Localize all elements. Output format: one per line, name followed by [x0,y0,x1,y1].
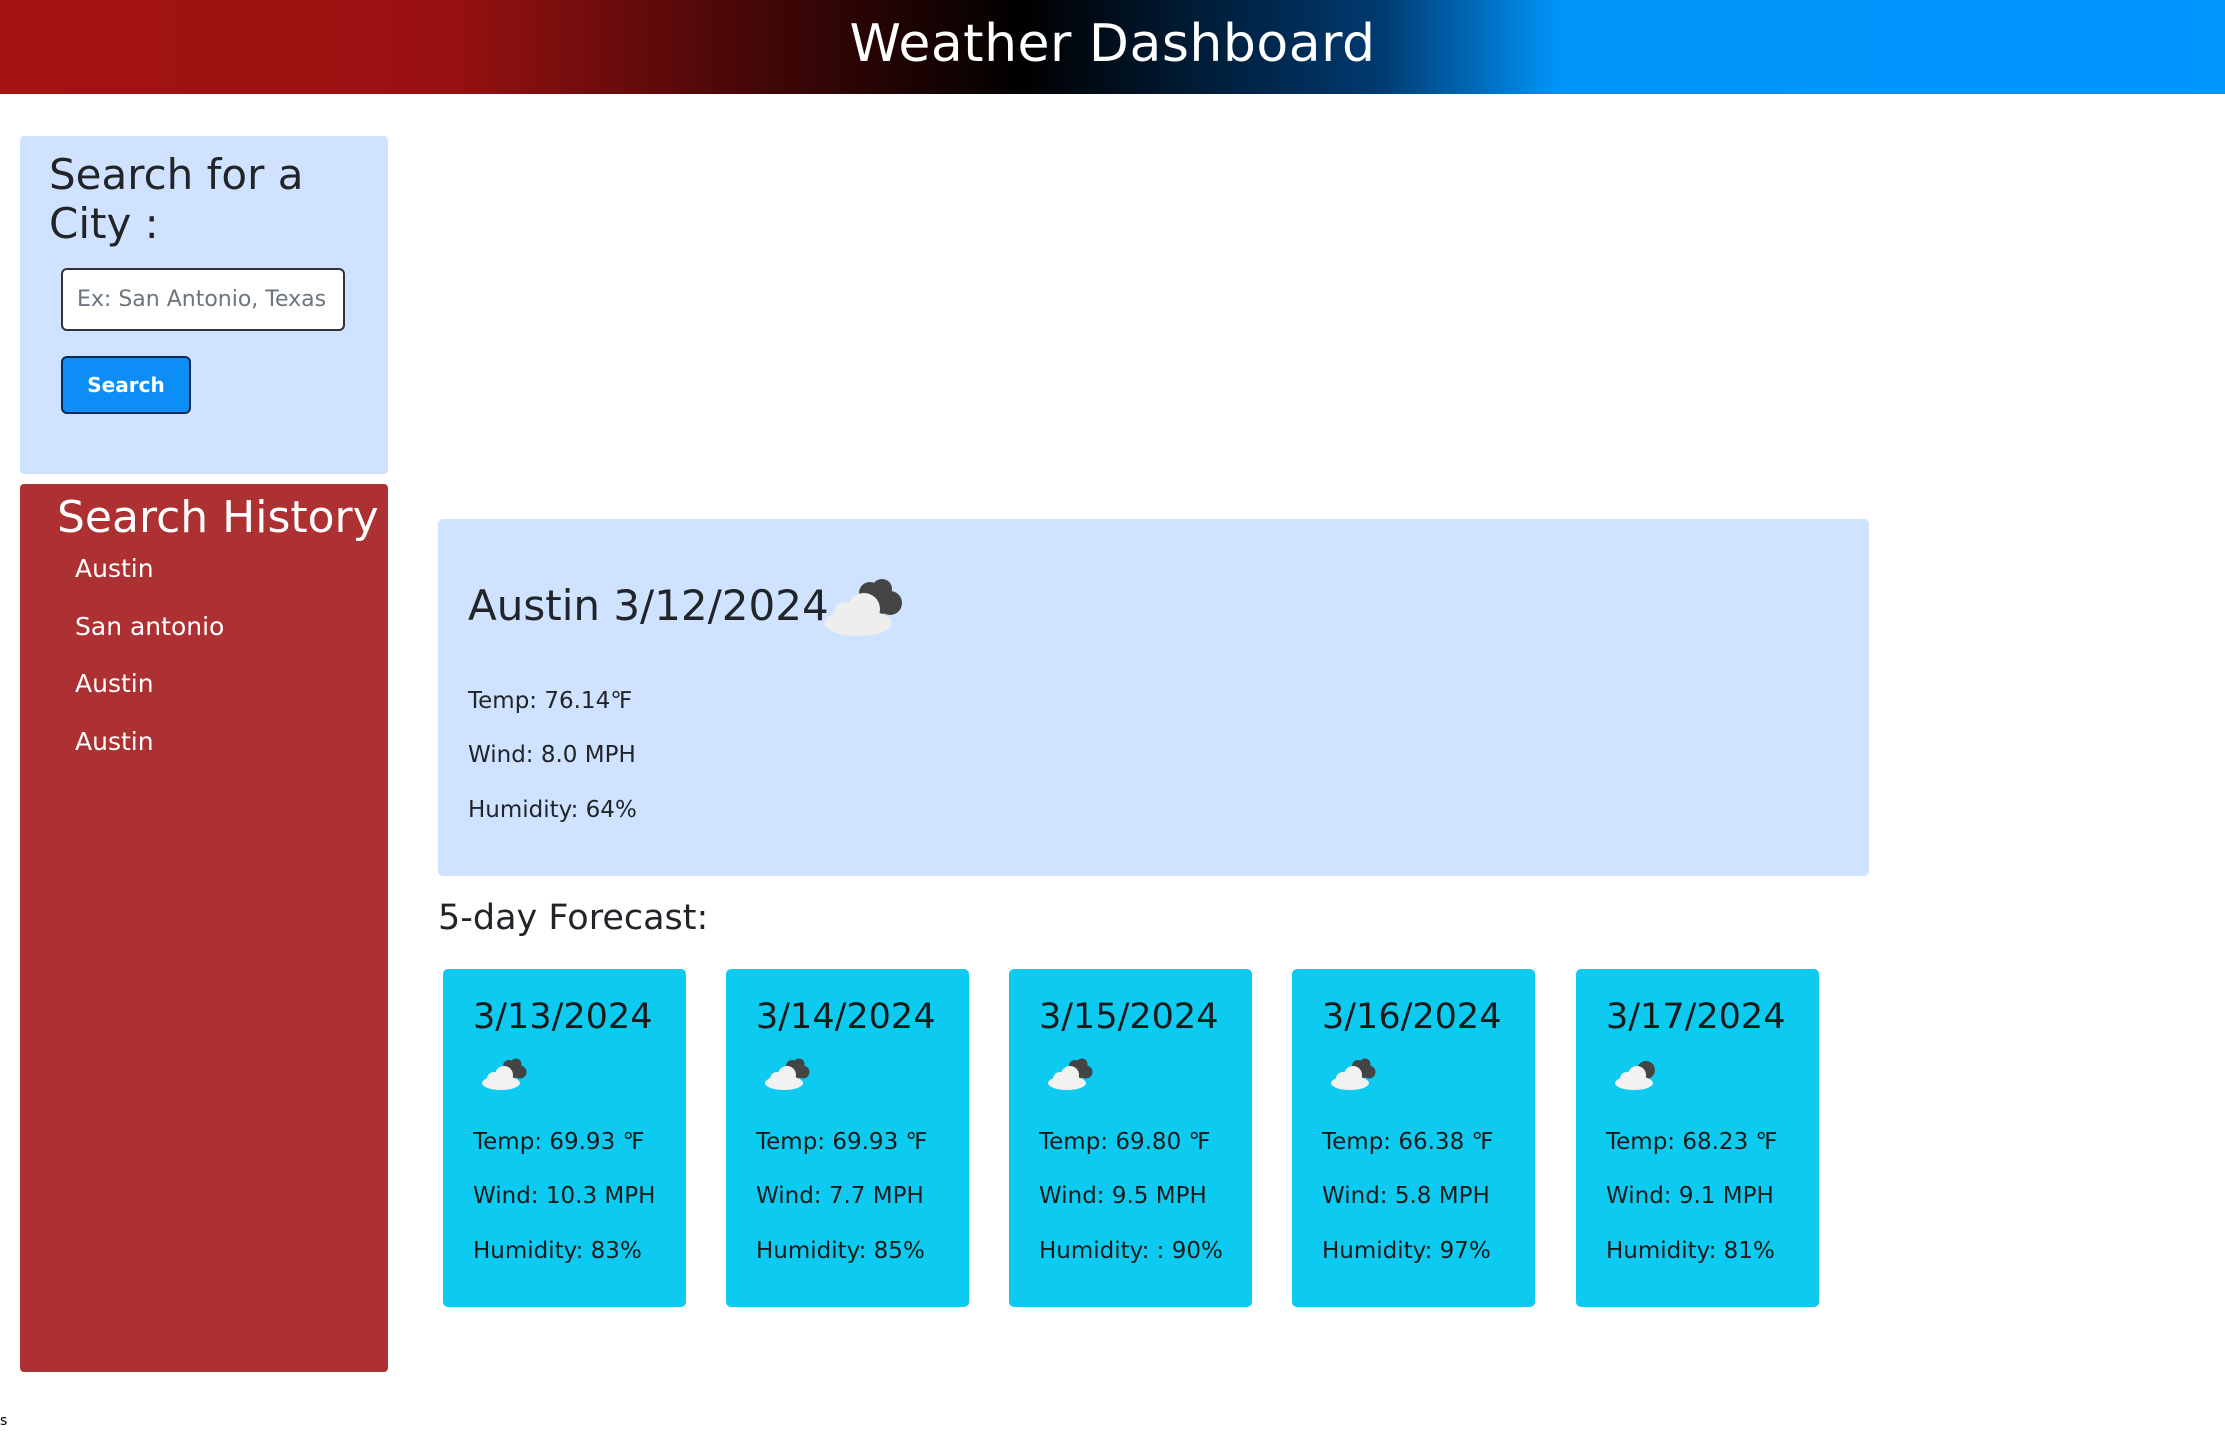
forecast-temp: Temp: 66.38 ℉ [1322,1129,1494,1155]
page-title: Weather Dashboard [849,14,1376,74]
current-humidity: Humidity: 64% [468,797,637,823]
current-weather-card: Austin 3/12/2024 Temp: 76.14℉ Wind: 8.0 … [438,519,1869,876]
forecast-temp: Temp: 68.23 ℉ [1606,1129,1778,1155]
forecast-wind: Wind: 7.7 MPH [756,1183,924,1209]
forecast-card: 3/15/2024 Temp: 69.80 ℉ Wind: 9.5 MPH Hu… [1009,969,1252,1307]
search-history-title: Search History [57,492,379,543]
forecast-date: 3/15/2024 [1039,997,1219,1037]
forecast-humidity: Humidity: 83% [473,1238,642,1264]
history-item[interactable]: Austin [75,667,224,725]
forecast-card: 3/14/2024 Temp: 69.93 ℉ Wind: 7.7 MPH Hu… [726,969,969,1307]
cloud-icon [1615,1061,1655,1090]
city-search-input[interactable] [61,268,345,331]
search-button[interactable]: Search [61,356,191,414]
history-item[interactable]: Austin [75,552,224,610]
forecast-temp: Temp: 69.93 ℉ [473,1129,645,1155]
current-wind: Wind: 8.0 MPH [468,742,636,768]
forecast-temp: Temp: 69.93 ℉ [756,1129,928,1155]
cloud-icon [765,1058,810,1090]
forecast-wind: Wind: 9.5 MPH [1039,1183,1207,1209]
cloud-icon [482,1058,527,1090]
search-panel: Search for a City : Search [20,136,388,474]
forecast-humidity: Humidity: 97% [1322,1238,1491,1264]
forecast-humidity: Humidity: : 90% [1039,1238,1223,1264]
search-history-panel: Search History Austin San antonio Austin… [20,484,388,1372]
history-item[interactable]: Austin [75,725,224,783]
app-header: Weather Dashboard [0,0,2225,94]
current-temp: Temp: 76.14℉ [468,688,633,714]
search-history-list: Austin San antonio Austin Austin [75,552,224,782]
forecast-card: 3/13/2024 Temp: 69.93 ℉ Wind: 10.3 MPH H… [443,969,686,1307]
forecast-date: 3/14/2024 [756,997,936,1037]
forecast-card: 3/17/2024 Temp: 68.23 ℉ Wind: 9.1 MPH Hu… [1576,969,1819,1307]
forecast-date: 3/13/2024 [473,997,653,1037]
forecast-humidity: Humidity: 85% [756,1238,925,1264]
history-item[interactable]: San antonio [75,610,224,668]
forecast-wind: Wind: 5.8 MPH [1322,1183,1490,1209]
forecast-wind: Wind: 9.1 MPH [1606,1183,1774,1209]
forecast-date: 3/16/2024 [1322,997,1502,1037]
forecast-wind: Wind: 10.3 MPH [473,1183,656,1209]
search-title: Search for a City : [49,150,304,248]
footer-text: s [0,1413,8,1429]
forecast-temp: Temp: 69.80 ℉ [1039,1129,1211,1155]
forecast-heading: 5-day Forecast: [438,898,709,938]
current-city-date: Austin 3/12/2024 [468,581,829,630]
forecast-card: 3/16/2024 Temp: 66.38 ℉ Wind: 5.8 MPH Hu… [1292,969,1535,1307]
forecast-date: 3/17/2024 [1606,997,1786,1037]
cloud-icon [1048,1058,1093,1090]
forecast-humidity: Humidity: 81% [1606,1238,1775,1264]
cloud-icon [824,579,902,636]
cloud-icon [1331,1058,1376,1090]
